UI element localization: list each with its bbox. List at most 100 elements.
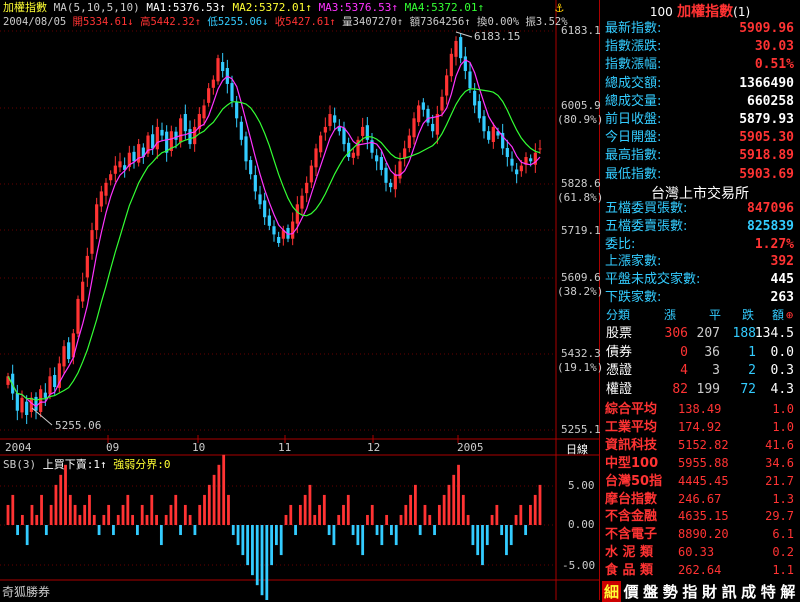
grid-flat: 36 bbox=[704, 344, 720, 360]
grid-down: 1 bbox=[748, 344, 756, 360]
candle-body bbox=[90, 230, 94, 254]
candle-body bbox=[291, 221, 295, 239]
quote-value: 5903.69 bbox=[739, 166, 794, 182]
bottom-tab[interactable]: 價 bbox=[622, 581, 641, 602]
grid-cat: 權證 bbox=[606, 381, 633, 397]
index-row[interactable]: 工業平均 174.92 1.0 bbox=[602, 419, 798, 436]
index-row[interactable]: 摩台指數 246.67 1.3 bbox=[602, 491, 798, 508]
index-row[interactable]: 水 泥 類 60.33 0.2 bbox=[602, 544, 798, 561]
quote-row: 前日收盤: 5879.93 bbox=[602, 111, 798, 128]
candle-body bbox=[230, 83, 234, 102]
candle-body bbox=[20, 397, 24, 413]
candle-body bbox=[253, 175, 257, 192]
index-amt: 21.7 bbox=[765, 473, 794, 488]
price-tick: 6005.9 bbox=[561, 99, 601, 112]
candle-body bbox=[347, 142, 351, 158]
index-value: 60.33 bbox=[678, 545, 715, 560]
price-tick-pct: (80.9%) bbox=[557, 113, 604, 126]
candle-body bbox=[179, 118, 183, 143]
candle-body bbox=[202, 105, 206, 119]
index-value: 246.67 bbox=[678, 491, 722, 506]
index-amt: 1.0 bbox=[772, 402, 794, 416]
grid-head-amt: 額 bbox=[772, 308, 785, 322]
bottom-tab[interactable]: 特 bbox=[759, 581, 778, 602]
index-row[interactable]: 台灣50指 4445.45 21.7 bbox=[602, 473, 798, 490]
candle-body bbox=[510, 158, 514, 166]
bottom-tab[interactable]: 解 bbox=[778, 581, 797, 602]
indicator-bar bbox=[457, 464, 460, 525]
market-label: 下跌家數: bbox=[605, 290, 662, 305]
index-name: 不含金融 bbox=[605, 509, 658, 525]
candle-body bbox=[417, 105, 421, 123]
indicator-bar bbox=[361, 525, 365, 556]
indicator-bar bbox=[308, 484, 312, 525]
candle-body bbox=[505, 147, 509, 158]
bottom-tab[interactable]: 勢 bbox=[661, 581, 680, 602]
candle-body bbox=[216, 58, 220, 82]
index-row[interactable]: 中型100 5955.88 34.6 bbox=[602, 455, 798, 472]
indicator-bar bbox=[322, 494, 326, 525]
indicator-bar bbox=[88, 494, 91, 525]
quote-panel: 100 加權指數(1) 最新指數: 5909.96 指數漲跌: 30.03 指數漲幅: 0… bbox=[602, 0, 800, 602]
stat-grid-row: 憑證 4 3 2 0.3 bbox=[602, 362, 798, 380]
bottom-tab[interactable]: 成 bbox=[739, 581, 758, 602]
bottom-tab[interactable]: 財 bbox=[700, 581, 719, 602]
candle-body bbox=[53, 375, 57, 388]
expand-icon[interactable]: ⊕ bbox=[786, 306, 793, 324]
kline-chart[interactable]: 加權指數 MA(5,10,5,10) MA1:5376.53↑ MA2:5372… bbox=[0, 0, 604, 600]
period-mode-button[interactable]: 日線 bbox=[566, 441, 588, 457]
grid-up: 4 bbox=[680, 363, 688, 378]
quote-value: 5918.89 bbox=[739, 148, 794, 164]
indicator-bar bbox=[442, 494, 446, 525]
candle-body bbox=[188, 129, 192, 145]
quote-label: 指數漲幅: bbox=[605, 57, 662, 73]
grid-down: 2 bbox=[748, 363, 756, 378]
candle-body bbox=[426, 108, 430, 123]
candle-body bbox=[29, 397, 33, 412]
bottom-tab[interactable]: 指 bbox=[680, 581, 699, 602]
candle-body bbox=[300, 195, 304, 209]
index-amt: 41.6 bbox=[765, 437, 794, 452]
candle-body bbox=[459, 37, 463, 59]
indicator-bar bbox=[298, 504, 302, 525]
candle-body bbox=[211, 79, 215, 88]
bottom-tab[interactable]: 細 bbox=[602, 581, 621, 602]
indicator-bar bbox=[16, 525, 19, 536]
bottom-tab[interactable]: 訊 bbox=[720, 581, 739, 602]
index-row[interactable]: 資訊科技 5152.82 41.6 bbox=[602, 437, 798, 454]
indicator-bar bbox=[476, 525, 480, 556]
low-annotation: 5255.06 bbox=[55, 419, 102, 432]
grid-flat: 3 bbox=[712, 363, 720, 378]
candle-body bbox=[454, 40, 458, 57]
index-row[interactable]: 不含電子 8890.20 6.1 bbox=[602, 526, 798, 543]
indicator-bar bbox=[145, 514, 149, 525]
index-row[interactable]: 食 品 類 262.64 1.1 bbox=[602, 562, 798, 579]
index-amt: 1.3 bbox=[772, 491, 794, 506]
time-label: 09 bbox=[106, 441, 120, 454]
candle-body bbox=[62, 346, 66, 367]
indicator-bar bbox=[375, 525, 379, 536]
market-value: 392 bbox=[770, 254, 794, 270]
chart-title: 加權指數 bbox=[3, 1, 47, 14]
chart-canvas[interactable] bbox=[0, 0, 600, 600]
bottom-tab[interactable]: 盤 bbox=[641, 581, 660, 602]
stat-grid-row: 債券 0 36 1 0.0 bbox=[602, 344, 798, 362]
anchor-icon[interactable]: ⚓ bbox=[555, 0, 563, 16]
indicator-bar bbox=[169, 504, 173, 525]
panel-title-name: 加權指數 bbox=[677, 4, 734, 20]
candle-body bbox=[183, 114, 187, 132]
indicator-bar bbox=[437, 504, 441, 525]
grid-head-cat: 分類 bbox=[606, 308, 631, 322]
indicator-bar bbox=[390, 525, 393, 536]
candle-body bbox=[379, 157, 383, 170]
grid-cat: 股票 bbox=[606, 326, 633, 341]
index-row[interactable]: 綜合平均 138.49 1.0 bbox=[602, 401, 798, 418]
candle-body bbox=[113, 165, 117, 174]
indicator-bar bbox=[481, 525, 484, 566]
quote-row: 總成交量: 660258 bbox=[602, 93, 798, 110]
indicator-bar bbox=[538, 484, 542, 525]
price-tick: 6183.1 bbox=[561, 24, 601, 37]
market-row: 平盤未成交家數: 445 bbox=[602, 271, 798, 288]
index-row[interactable]: 不含金融 4635.15 29.7 bbox=[602, 508, 798, 525]
price-tick-pct: (19.1%) bbox=[557, 361, 604, 374]
